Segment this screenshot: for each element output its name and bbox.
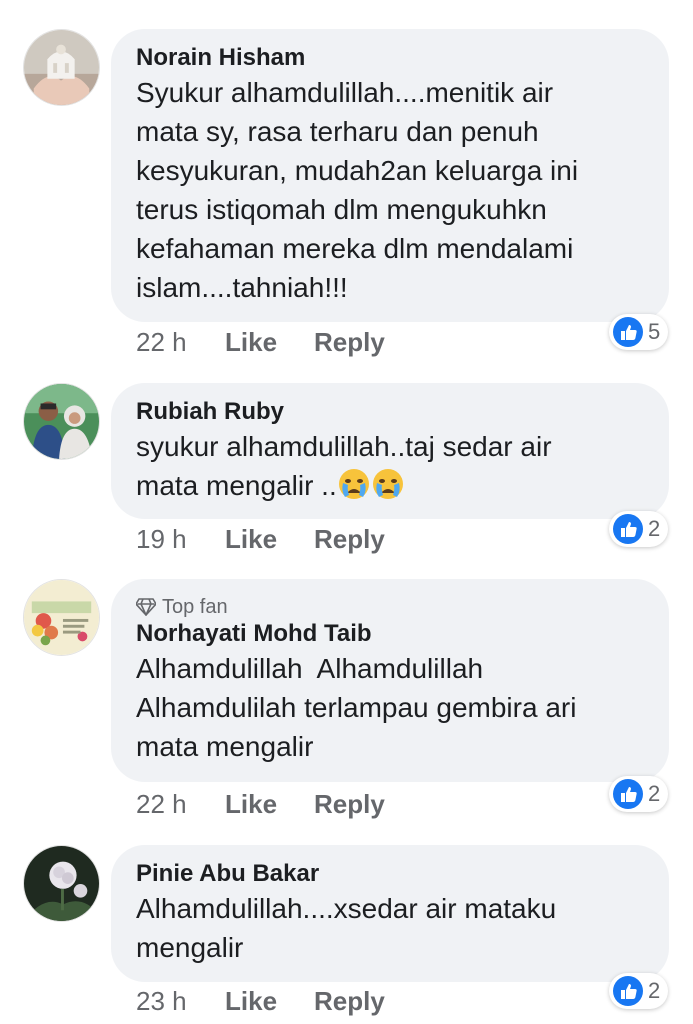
thumbs-up-icon [613, 514, 643, 544]
like-button[interactable]: Like [225, 524, 314, 555]
comment-time[interactable]: 19 h [136, 524, 225, 555]
comment-bubble: Pinie Abu Bakar Alhamdulillah....xsedar … [111, 845, 669, 982]
comment-text: Alhamdulillah....xsedar air mataku menga… [136, 893, 557, 963]
comment-text: Syukur alhamdulillah....menitik air mata… [136, 77, 579, 303]
reply-button[interactable]: Reply [314, 986, 385, 1017]
comment-time[interactable]: 23 h [136, 986, 225, 1017]
comment-actions: 22 h Like Reply [136, 789, 385, 820]
thumbs-up-icon [613, 779, 643, 809]
comment-actions: 19 h Like Reply [136, 524, 385, 555]
reaction-count: 2 [648, 978, 661, 1003]
comment-bubble: Top fan Norhayati Mohd Taib Alhamdulilla… [111, 579, 669, 782]
comment-actions: 22 h Like Reply [136, 327, 385, 358]
crying-face-icon [338, 469, 369, 499]
reaction-summary[interactable]: 2 [609, 973, 669, 1009]
comment-time[interactable]: 22 h [136, 327, 225, 358]
thumbs-up-icon [613, 976, 643, 1006]
avatar[interactable] [23, 845, 100, 922]
avatar[interactable] [23, 29, 100, 106]
comment-actions: 23 h Like Reply [136, 986, 385, 1017]
reaction-count: 2 [648, 781, 661, 806]
comment-text: Alhamdulillah Alhamdulillah Alhamdulilah… [136, 653, 577, 762]
comment-author[interactable]: Norhayati Mohd Taib [136, 619, 645, 649]
top-fan-badge: Top fan [136, 595, 645, 619]
avatar[interactable] [23, 383, 100, 460]
reaction-summary[interactable]: 2 [609, 511, 669, 547]
like-button[interactable]: Like [225, 327, 314, 358]
crying-face-icon [372, 469, 403, 499]
like-button[interactable]: Like [225, 789, 314, 820]
reaction-summary[interactable]: 5 [609, 314, 669, 350]
comment-author[interactable]: Norain Hisham [136, 43, 645, 73]
reaction-count: 2 [648, 516, 661, 541]
avatar[interactable] [23, 579, 100, 656]
comment-text: syukur alhamdulillah..taj sedar air mata… [136, 427, 645, 505]
comment-author[interactable]: Rubiah Ruby [136, 397, 645, 427]
diamond-icon [136, 598, 156, 616]
thumbs-up-icon [613, 317, 643, 347]
like-button[interactable]: Like [225, 986, 314, 1017]
comment-time[interactable]: 22 h [136, 789, 225, 820]
reply-button[interactable]: Reply [314, 789, 385, 820]
top-fan-label: Top fan [162, 596, 228, 618]
comment-bubble: Norain Hisham Syukur alhamdulillah....me… [111, 29, 669, 322]
reaction-count: 5 [648, 319, 661, 344]
reply-button[interactable]: Reply [314, 327, 385, 358]
comment-bubble: Rubiah Ruby syukur alhamdulillah..taj se… [111, 383, 669, 519]
reply-button[interactable]: Reply [314, 524, 385, 555]
reaction-summary[interactable]: 2 [609, 776, 669, 812]
comment-author[interactable]: Pinie Abu Bakar [136, 859, 645, 889]
